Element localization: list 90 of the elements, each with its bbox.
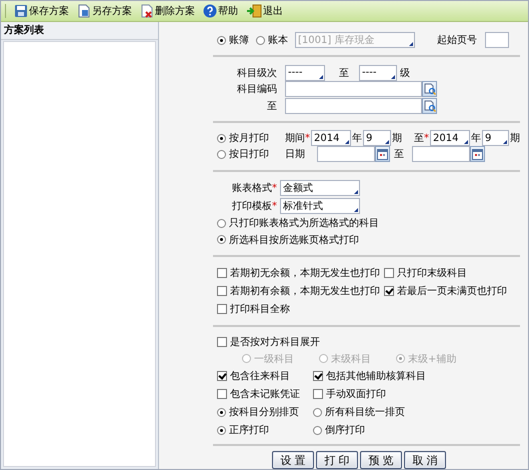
calendar-button[interactable]: [375, 146, 390, 162]
option-label: 若期初无余额，本期无发生也打印: [230, 266, 380, 280]
toolbar-button[interactable]: 保存方案: [12, 4, 71, 18]
document-icon: [77, 4, 91, 18]
input-field[interactable]: [317, 146, 375, 162]
dropdown-field[interactable]: ----: [285, 64, 325, 81]
option-label: 按科目分别排页: [229, 406, 299, 420]
dropdown-field[interactable]: 金额式: [280, 180, 360, 196]
checkbox[interactable]: [217, 286, 227, 296]
checkbox[interactable]: [313, 371, 323, 382]
checkbox[interactable]: [217, 304, 227, 314]
dropdown-field[interactable]: 标准针式: [280, 198, 360, 214]
option-label: 手动双面打印: [326, 388, 386, 402]
field-label: 年: [471, 132, 481, 146]
option-label: 按月打印: [229, 132, 269, 146]
radio-button[interactable]: [217, 408, 226, 417]
dialog-button[interactable]: 取 消: [404, 451, 446, 470]
option-label: 所选科目按所选账页格式打印: [229, 234, 359, 247]
field-label: 至*: [414, 132, 429, 146]
field-label: 科目编码: [236, 82, 277, 96]
lookup-button[interactable]: [422, 98, 437, 114]
radio-button[interactable]: [217, 426, 226, 435]
toolbar-button[interactable]: 帮助: [201, 4, 240, 18]
radio-button[interactable]: [217, 134, 226, 143]
option-label: 包含未记账凭证: [230, 388, 300, 402]
option-label: 打印科目全称: [230, 302, 290, 316]
field-label: 期间*: [285, 132, 310, 146]
radio-button[interactable]: [217, 235, 226, 244]
option-label: 若期初有余额，本期无发生也打印: [230, 284, 380, 298]
checkbox[interactable]: [217, 371, 227, 382]
field-label: 期: [510, 132, 520, 146]
radio-button[interactable]: [217, 218, 226, 228]
checkbox[interactable]: [313, 389, 323, 400]
input-field[interactable]: [485, 32, 509, 48]
checkbox[interactable]: [384, 268, 394, 278]
option-label: 只打印账表格式为所选格式的科目: [229, 216, 379, 230]
option-label: 正序打印: [229, 424, 269, 438]
dialog-button[interactable]: 打 印: [316, 451, 358, 470]
help-icon: [203, 4, 217, 18]
field-label: 账表格式*: [232, 182, 277, 195]
option-label: 包含往来科目: [230, 370, 290, 384]
field-label: 至: [266, 100, 277, 113]
dropdown-field[interactable]: 9: [482, 130, 509, 146]
option-label: 包括其他辅助核算科目: [326, 370, 426, 384]
input-field[interactable]: [285, 98, 422, 114]
option-label: 倒序打印: [325, 424, 365, 438]
option-label: 若最后一页未满页也打印: [397, 284, 507, 298]
checkbox[interactable]: [384, 286, 394, 296]
dialog-button[interactable]: 预 览: [360, 451, 402, 470]
option-label: 末级科目: [331, 352, 371, 366]
option-label: 所有科目统一排页: [325, 406, 405, 420]
option-label: 是否按对方科目展开: [230, 336, 320, 350]
option-label: 按日打印: [229, 148, 269, 162]
checkbox[interactable]: [217, 389, 227, 400]
input-field[interactable]: [285, 81, 422, 98]
field-label: 年: [352, 132, 362, 146]
field-label: 至: [339, 66, 349, 80]
delete-document-icon: [140, 4, 154, 18]
radio-button[interactable]: [256, 36, 265, 45]
field-label: 起始页号: [437, 34, 477, 48]
dropdown-field[interactable]: ----: [359, 64, 397, 81]
field-label: 日期: [285, 148, 305, 162]
dropdown-field[interactable]: 9: [363, 130, 391, 146]
toolbar-button[interactable]: 删除方案: [138, 4, 197, 18]
input-field[interactable]: [412, 146, 470, 162]
field-label: 至: [394, 148, 404, 162]
dialog-button[interactable]: 设 置: [272, 451, 314, 470]
field-label: 级: [400, 66, 410, 80]
field-label: 期: [392, 132, 402, 146]
checkbox[interactable]: [217, 268, 227, 278]
exit-icon: [246, 4, 262, 18]
dropdown-field[interactable]: 2014: [311, 130, 351, 146]
field-label: 打印模板*: [232, 200, 277, 214]
option-label: 账本: [268, 34, 288, 48]
option-label: 账簿: [229, 34, 249, 48]
lookup-button[interactable]: [422, 81, 437, 98]
calendar-button[interactable]: [470, 146, 485, 162]
option-label: 一级科目: [254, 352, 294, 366]
panel-title: 方案列表: [1, 22, 158, 40]
field-label: 科目级次: [236, 66, 277, 80]
radio-button[interactable]: [313, 426, 322, 435]
radio-button[interactable]: [217, 36, 226, 45]
option-label: 只打印末级科目: [397, 266, 467, 280]
save-icon: [14, 4, 28, 18]
option-label: 末级+辅助: [408, 352, 456, 366]
toolbar-button[interactable]: 退出: [244, 4, 285, 18]
radio-button[interactable]: [217, 150, 226, 159]
radio-button[interactable]: [313, 408, 322, 417]
toolbar-button[interactable]: 另存方案: [75, 4, 134, 18]
dropdown-field[interactable]: 2014: [430, 130, 470, 146]
